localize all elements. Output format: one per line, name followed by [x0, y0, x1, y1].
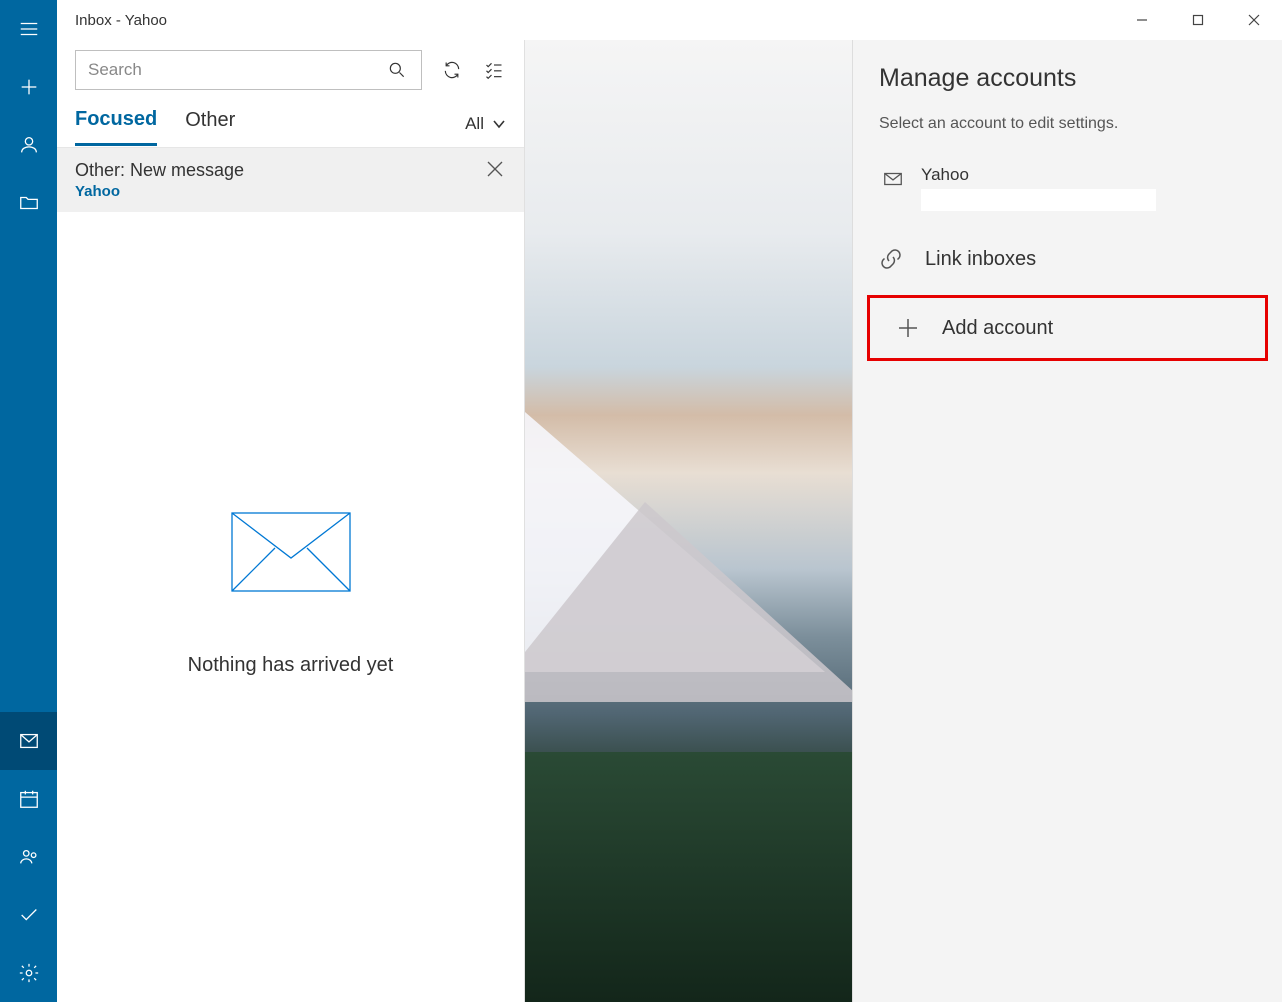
manage-accounts-panel: Manage accounts Select an account to edi… [852, 40, 1282, 1002]
account-row-yahoo[interactable]: Yahoo [853, 159, 1282, 229]
filter-dropdown[interactable]: All [465, 114, 506, 134]
tab-focused[interactable]: Focused [75, 102, 157, 146]
inbox-tabs: Focused Other All [57, 100, 524, 148]
search-icon[interactable] [385, 58, 409, 82]
empty-state: Nothing has arrived yet [57, 212, 524, 1002]
account-email-redacted [921, 189, 1156, 211]
envelope-icon [231, 512, 351, 592]
account-name: Yahoo [921, 165, 1256, 185]
link-icon [879, 247, 903, 271]
nav-calendar-tab[interactable] [0, 770, 57, 828]
toolbar-row [57, 40, 524, 100]
select-mode-button[interactable] [482, 58, 506, 82]
highlight-add-account: Add account [867, 295, 1268, 361]
titlebar: Inbox - Yahoo [57, 0, 1282, 40]
panel-heading: Manage accounts [853, 64, 1282, 111]
nav-folders-button[interactable] [0, 174, 57, 232]
minimize-button[interactable] [1114, 0, 1170, 40]
plus-icon [896, 316, 920, 340]
panel-subtitle: Select an account to edit settings. [853, 111, 1282, 159]
link-inboxes-button[interactable]: Link inboxes [853, 229, 1282, 289]
filter-label: All [465, 114, 484, 134]
nav-people-tab[interactable] [0, 828, 57, 886]
banner-account: Yahoo [75, 183, 486, 200]
chevron-down-icon [492, 117, 506, 131]
mail-icon [879, 165, 907, 193]
nav-mail-tab[interactable] [0, 712, 57, 770]
maximize-button[interactable] [1170, 0, 1226, 40]
window-title: Inbox - Yahoo [57, 12, 1114, 29]
banner-title: Other: New message [75, 160, 486, 181]
empty-message: Nothing has arrived yet [188, 654, 394, 677]
nav-todo-tab[interactable] [0, 886, 57, 944]
window-controls [1114, 0, 1282, 40]
add-account-label: Add account [942, 317, 1053, 340]
nav-settings-button[interactable] [0, 944, 57, 1002]
nav-rail [0, 0, 57, 1002]
banner-close-button[interactable] [486, 160, 506, 180]
message-list-pane: Focused Other All Other: New message Yah… [57, 40, 525, 1002]
nav-new-mail-button[interactable] [0, 58, 57, 116]
link-inboxes-label: Link inboxes [925, 248, 1036, 271]
close-button[interactable] [1226, 0, 1282, 40]
search-input[interactable] [88, 60, 385, 80]
add-account-button[interactable]: Add account [870, 298, 1265, 358]
nav-accounts-button[interactable] [0, 116, 57, 174]
search-box[interactable] [75, 50, 422, 90]
sync-button[interactable] [440, 58, 464, 82]
tab-other[interactable]: Other [185, 103, 235, 144]
nav-menu-button[interactable] [0, 0, 57, 58]
other-new-message-banner[interactable]: Other: New message Yahoo [57, 148, 524, 212]
